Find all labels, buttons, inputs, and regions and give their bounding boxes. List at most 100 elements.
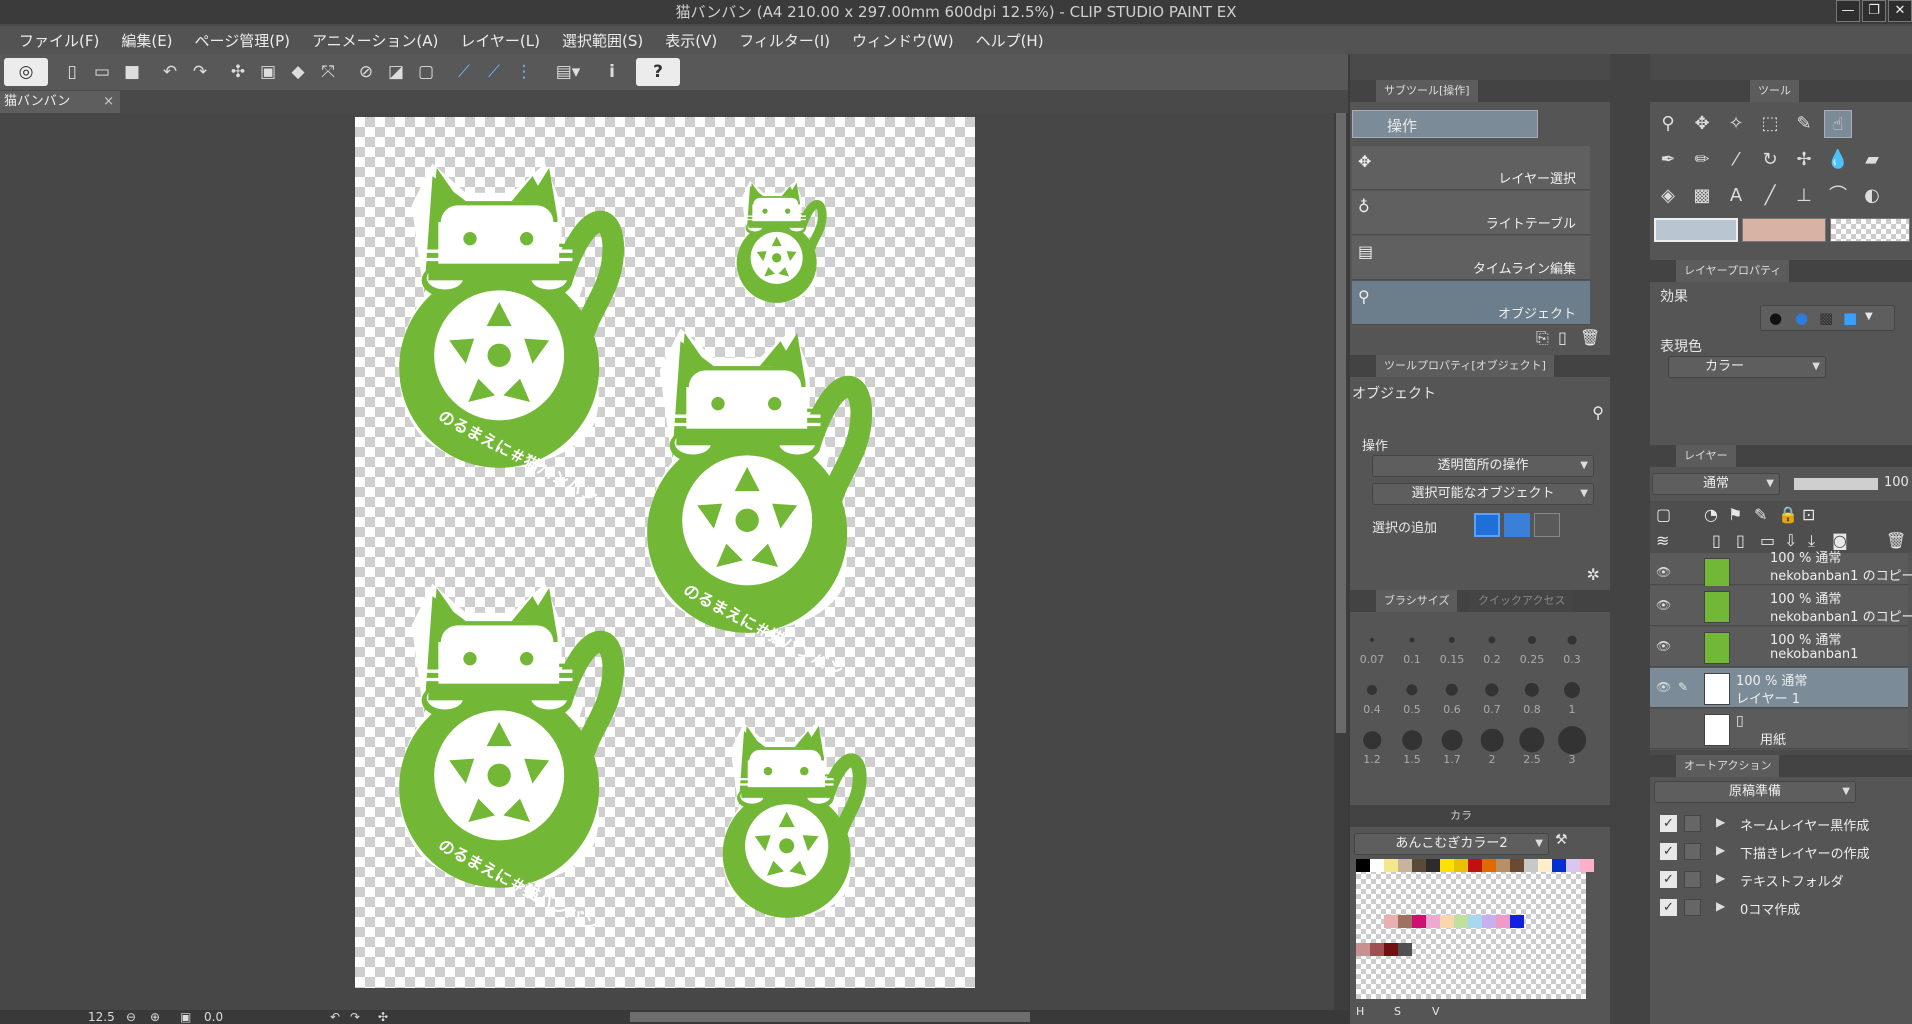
rotate-right-icon[interactable]: ↷ [350,1010,360,1024]
action-dialog-checkbox[interactable] [1684,899,1701,916]
value-label[interactable]: V [1432,1005,1440,1018]
fit-icon[interactable]: ▣ [180,1010,191,1024]
move-tool-icon[interactable]: ✥ [1688,110,1716,138]
color-swatch[interactable] [1482,915,1496,928]
transform-icon[interactable]: ⤧ [314,58,342,86]
color-swatch[interactable] [1426,859,1440,872]
gradient-tool-icon[interactable]: ▩ [1688,182,1716,210]
color-swatch[interactable] [1384,915,1398,928]
subtool-item-timeline[interactable]: ▤ タイムライン編集 [1352,236,1590,280]
selection-tool-icon[interactable]: ⬚ [1756,110,1784,138]
tool-property-settings-icon[interactable]: ✲ [1587,565,1600,584]
subtool-copy-icon[interactable]: ⎘ [1536,328,1549,348]
zoom-out-icon[interactable]: ⊖ [126,1010,136,1024]
canvas-vertical-scrollbar[interactable] [1334,113,1348,1010]
new-raster-layer-icon[interactable]: ▯ [1712,531,1721,550]
new-vector-layer-icon[interactable]: ▯ [1736,531,1745,550]
subtool-delete-icon[interactable]: 🗑 [1580,328,1600,347]
pen-tool-icon[interactable]: ✒ [1654,146,1682,174]
color-swatch[interactable] [1370,859,1384,872]
brush-size-cell[interactable]: 0.5 [1392,668,1432,718]
layer-row[interactable]: 👁 100 % 通常 nekobanban1 [1650,627,1908,667]
balloon-tool-icon[interactable]: ◐ [1858,182,1886,210]
layer-row-selected[interactable]: 👁 ✎ 100 % 通常 レイヤー 1 [1650,668,1908,708]
subtool-group-tab[interactable]: 操作 [1352,110,1538,138]
layer-row[interactable]: 👁 100 % 通常 nekobanban1 のコピー [1650,586,1912,626]
sub-color-swatch[interactable] [1742,218,1826,242]
pencil-tool-icon[interactable]: ✏ [1688,146,1716,174]
color-set-dropdown[interactable]: あんこむぎカラー2 ▼ [1354,833,1549,855]
color-swatch[interactable] [1524,859,1538,872]
main-color-swatch[interactable] [1654,218,1738,242]
canvas-paper[interactable]: のるまえに＃猫バンバン のるまえに＃猫バンバン のるまえに＃猫バンバン [355,117,975,988]
layer-row-paper[interactable]: ▯ 用紙 [1650,709,1908,749]
brush-size-cell[interactable]: 1.7 [1432,718,1472,768]
menu-help[interactable]: ヘルプ(H) [965,30,1055,51]
color-swatch[interactable] [1496,915,1510,928]
color-swatch[interactable] [1454,915,1468,928]
brush-size-tab[interactable]: ブラシサイズ [1376,590,1458,612]
angle-value[interactable]: 0.0 [204,1010,223,1024]
action-enabled-checkbox[interactable]: ✓ [1660,899,1677,916]
menu-selection[interactable]: 選択範囲(S) [551,30,654,51]
sticker-cat-large-3[interactable] [395,572,645,912]
lock-layer-icon[interactable]: 🔒 [1778,505,1798,524]
brush-size-cell[interactable]: 0.7 [1472,668,1512,718]
menu-view[interactable]: 表示(V) [654,30,728,51]
auto-action-item[interactable]: ✓ ▶ テキストフォルダ [1654,867,1912,893]
brush-size-cell[interactable]: 0.3 [1552,618,1592,668]
color-swatch[interactable] [1538,859,1552,872]
tool-property-header[interactable]: ツールプロパティ[オブジェクト] [1376,355,1554,377]
color-swatch[interactable] [1510,915,1524,928]
color-swatch[interactable] [1552,859,1566,872]
brush-size-cell[interactable]: 0.07 [1352,618,1392,668]
layer-row[interactable]: 👁 100 % 通常 nekobanban1 のコピー 2 [1650,551,1912,590]
transparent-color-swatch[interactable] [1830,218,1910,242]
menu-file[interactable]: ファイル(F) [8,30,110,51]
auto-action-header[interactable]: オートアクション [1676,755,1780,777]
color-swatch[interactable] [1412,915,1426,928]
extract-line-icon[interactable]: ● [1795,309,1808,327]
brush-size-cell[interactable]: 0.15 [1432,618,1472,668]
horizontal-scrollbar[interactable] [630,1012,1030,1022]
action-dialog-checkbox[interactable] [1684,843,1701,860]
stamp-icon[interactable]: ◆ [284,58,312,86]
color-swatch[interactable] [1454,859,1468,872]
snap-special-ruler-icon[interactable]: ⟋ [480,58,508,86]
color-swatch[interactable] [1566,859,1580,872]
ruler-tool-icon[interactable]: ⊥ [1790,182,1818,210]
color-swatch-grid[interactable] [1356,859,1594,999]
brush-size-cell[interactable]: 0.8 [1512,668,1552,718]
reference-layer-icon[interactable]: ⚑ [1728,505,1742,524]
undo-icon[interactable]: ↶ [156,58,184,86]
snap-grid-icon[interactable]: ⋮ [510,58,538,86]
snap-ruler-icon[interactable]: ⟋ [450,58,478,86]
color-swatch[interactable] [1426,915,1440,928]
layer-color-icon[interactable]: ■ [1843,309,1857,327]
fill-tool-icon[interactable]: ◈ [1654,182,1682,210]
decoration-tool-icon[interactable]: ✢ [1790,146,1818,174]
layer-header[interactable]: レイヤー [1676,445,1736,467]
brush-size-cell[interactable]: 1.5 [1392,718,1432,768]
layer-stack-icon[interactable]: ≋ [1656,531,1669,550]
draft-layer-icon[interactable]: ✎ [1754,505,1767,524]
sticker-cat-small-1[interactable] [735,177,835,312]
color-swatch[interactable] [1412,859,1426,872]
color-swatch[interactable] [1440,859,1454,872]
action-enabled-checkbox[interactable]: ✓ [1660,871,1677,888]
tab-document[interactable]: 猫バンバン × [0,91,120,113]
brush-size-cell[interactable]: 2 [1472,718,1512,768]
menu-page[interactable]: ページ管理(P) [184,30,301,51]
invert-selection-icon[interactable]: ◪ [382,58,410,86]
auto-action-item[interactable]: ✓ ▶ ネームレイヤー黒作成 [1654,811,1912,837]
save-icon[interactable]: ■ [118,58,146,86]
color-swatch[interactable] [1384,943,1398,956]
sticker-cat-medium-1[interactable] [720,717,880,932]
zoom-in-icon[interactable]: ⊕ [150,1010,160,1024]
brush-size-cell[interactable]: 0.4 [1352,668,1392,718]
action-enabled-checkbox[interactable]: ✓ [1660,843,1677,860]
color-swatch[interactable] [1398,915,1412,928]
subtool-new-icon[interactable]: ▯ [1558,328,1567,347]
fill-icon[interactable]: ▣ [254,58,282,86]
auto-select-tool-icon[interactable]: ✧ [1722,110,1750,138]
